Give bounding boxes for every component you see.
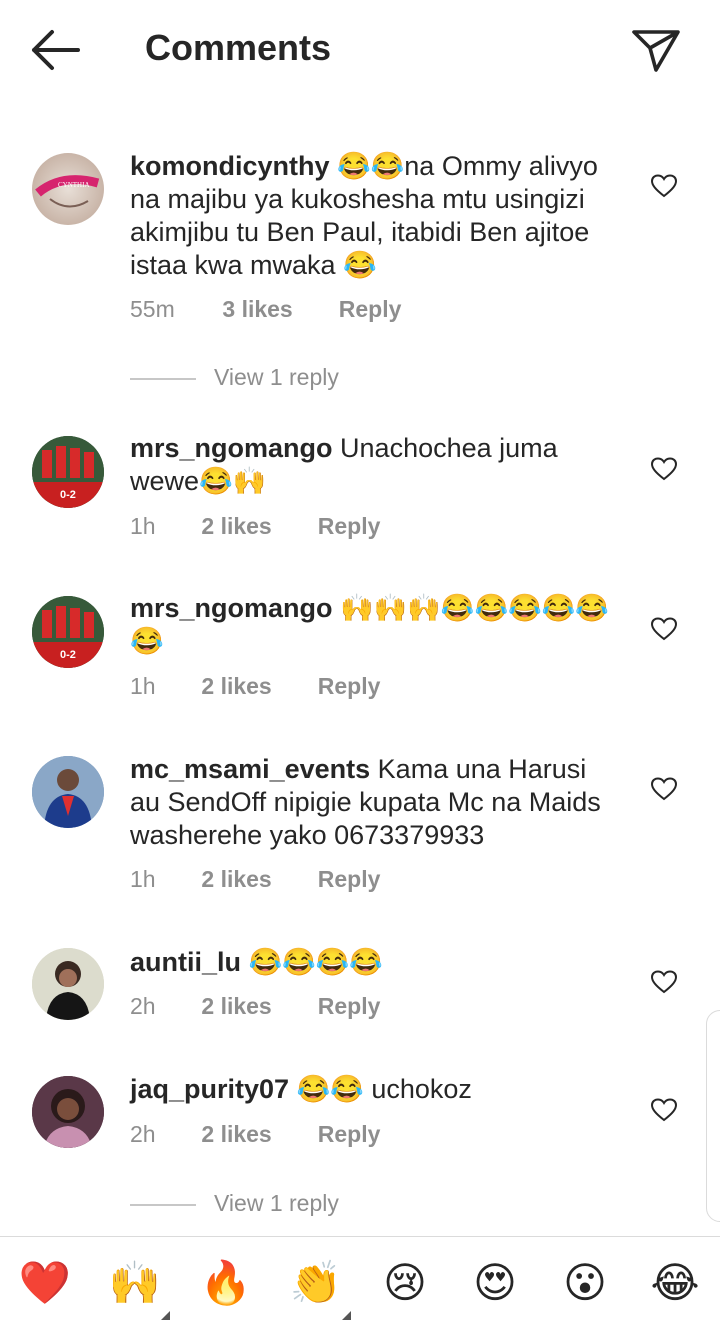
- comment-meta: 55m 3 likes Reply: [130, 296, 401, 323]
- back-arrow-icon[interactable]: [28, 28, 82, 72]
- reply-button[interactable]: Reply: [318, 993, 381, 1020]
- comment-likes[interactable]: 2 likes: [201, 673, 311, 700]
- avatar-image: 0-2: [32, 596, 104, 668]
- avatar-image: [32, 948, 104, 1020]
- surprised-face-emoji-button[interactable]: 😮: [557, 1255, 613, 1311]
- view-replies-link[interactable]: View 1 reply: [130, 364, 339, 391]
- comment-likes[interactable]: 2 likes: [201, 993, 311, 1020]
- avatar[interactable]: [32, 756, 104, 828]
- comment-text: mc_msami_events Kama una Harusi au SendO…: [130, 753, 620, 852]
- comment-body: 😂😂😂😂: [248, 947, 384, 977]
- side-panel-handle[interactable]: [706, 1010, 720, 1222]
- skin-tone-indicator-icon: [342, 1311, 351, 1320]
- comment-likes[interactable]: 2 likes: [201, 866, 311, 893]
- comment-text: auntii_lu 😂😂😂😂: [130, 946, 620, 979]
- page-title: Comments: [145, 27, 332, 68]
- view-replies-link[interactable]: View 1 reply: [130, 1190, 339, 1217]
- view-replies-divider: [130, 377, 196, 380]
- comment-text: komondicynthy 😂😂na Ommy alivyo na majibu…: [130, 150, 620, 282]
- comment-username[interactable]: auntii_lu: [130, 947, 241, 977]
- comment-likes[interactable]: 2 likes: [201, 513, 311, 540]
- comment-time: 1h: [130, 866, 156, 892]
- like-heart-icon[interactable]: [651, 617, 677, 641]
- view-replies-label: View 1 reply: [214, 364, 339, 390]
- svg-text:CYNTHIA: CYNTHIA: [58, 181, 90, 189]
- comment-meta: 1h 2 likes Reply: [130, 513, 380, 540]
- reply-button[interactable]: Reply: [318, 513, 381, 540]
- like-heart-icon[interactable]: [651, 457, 677, 481]
- reply-button[interactable]: Reply: [318, 866, 381, 893]
- like-heart-icon[interactable]: [651, 970, 677, 994]
- send-icon[interactable]: [630, 26, 682, 74]
- comment-username[interactable]: mc_msami_events: [130, 754, 370, 784]
- avatar[interactable]: [32, 948, 104, 1020]
- avatar[interactable]: [32, 1076, 104, 1148]
- view-replies-label: View 1 reply: [214, 1190, 339, 1216]
- comment-meta: 1h 2 likes Reply: [130, 866, 380, 893]
- laughing-tears-emoji-button[interactable]: 😂: [647, 1255, 703, 1311]
- avatar[interactable]: 0-2: [32, 436, 104, 508]
- comment-time: 2h: [130, 1121, 156, 1147]
- raising-hands-emoji-button[interactable]: 🙌: [107, 1255, 163, 1311]
- emoji-reaction-bar: ❤️ 🙌 🔥 👏 😢 😍 😮 😂: [0, 1236, 720, 1325]
- like-heart-icon[interactable]: [651, 174, 677, 198]
- comment-time: 1h: [130, 513, 156, 539]
- comment-likes[interactable]: 2 likes: [201, 1121, 311, 1148]
- comment-meta: 2h 2 likes Reply: [130, 993, 380, 1020]
- like-heart-icon[interactable]: [651, 777, 677, 801]
- crying-face-emoji-button[interactable]: 😢: [377, 1255, 433, 1311]
- avatar-image: [32, 1076, 104, 1148]
- comment-username[interactable]: jaq_purity07: [130, 1074, 289, 1104]
- svg-text:0-2: 0-2: [60, 649, 76, 661]
- avatar-image: [32, 756, 104, 828]
- heart-emoji-button[interactable]: ❤️: [17, 1255, 73, 1311]
- avatar-image: CYNTHIA: [35, 175, 100, 208]
- comment-text: jaq_purity07 😂😂 uchokoz: [130, 1073, 620, 1106]
- comment-username[interactable]: mrs_ngomango: [130, 593, 333, 623]
- comment-text: mrs_ngomango 🙌🙌🙌😂😂😂😂😂😂: [130, 592, 620, 658]
- comment-time: 2h: [130, 993, 156, 1019]
- reply-button[interactable]: Reply: [318, 1121, 381, 1148]
- fire-emoji-button[interactable]: 🔥: [198, 1255, 254, 1311]
- comment-text: mrs_ngomango Unachochea juma wewe😂🙌: [130, 432, 620, 498]
- heart-eyes-emoji-button[interactable]: 😍: [467, 1255, 523, 1311]
- avatar[interactable]: 0-2: [32, 596, 104, 668]
- comment-username[interactable]: mrs_ngomango: [130, 433, 333, 463]
- reply-button[interactable]: Reply: [318, 673, 381, 700]
- reply-button[interactable]: Reply: [339, 296, 402, 323]
- view-replies-divider: [130, 1203, 196, 1206]
- header-bar: Comments: [0, 0, 720, 100]
- avatar-image: 0-2: [32, 436, 104, 508]
- svg-text:0-2: 0-2: [60, 489, 76, 501]
- clapping-hands-emoji-button[interactable]: 👏: [288, 1255, 344, 1311]
- comment-likes[interactable]: 3 likes: [222, 296, 332, 323]
- comment-time: 1h: [130, 673, 156, 699]
- comment-time: 55m: [130, 296, 175, 322]
- avatar[interactable]: CYNTHIA: [32, 153, 104, 225]
- comment-meta: 2h 2 likes Reply: [130, 1121, 380, 1148]
- comment-username[interactable]: komondicynthy: [130, 151, 330, 181]
- like-heart-icon[interactable]: [651, 1098, 677, 1122]
- skin-tone-indicator-icon: [161, 1311, 170, 1320]
- comment-meta: 1h 2 likes Reply: [130, 673, 380, 700]
- comment-body: 😂😂 uchokoz: [296, 1074, 472, 1104]
